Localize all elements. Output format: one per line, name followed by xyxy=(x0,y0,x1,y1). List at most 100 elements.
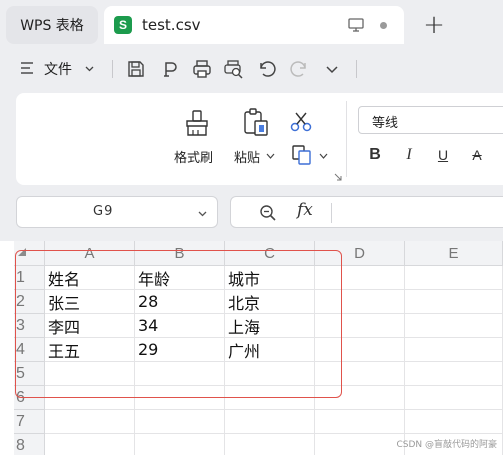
cell-c6[interactable] xyxy=(225,386,315,410)
redo-icon[interactable] xyxy=(290,59,310,79)
cell-e1[interactable] xyxy=(405,266,503,290)
cell-reference: G9 xyxy=(93,204,114,219)
cell-e7[interactable] xyxy=(405,410,503,434)
toolbar-divider xyxy=(112,60,113,78)
row-header-3[interactable]: 3 xyxy=(14,314,45,338)
cell-a6[interactable] xyxy=(45,386,135,410)
toolbar-divider xyxy=(356,60,357,78)
font-name-value: 等线 xyxy=(372,116,399,131)
italic-button[interactable]: I xyxy=(400,145,418,165)
more-chevron-down-icon[interactable] xyxy=(322,59,342,79)
column-header-d[interactable]: D xyxy=(315,241,405,266)
cell-d4[interactable] xyxy=(315,338,405,362)
cell-d6[interactable] xyxy=(315,386,405,410)
cell-a2[interactable]: 张三 xyxy=(45,290,135,314)
print-icon[interactable] xyxy=(192,59,212,79)
formula-bar[interactable]: fx xyxy=(230,196,503,228)
row-header-7[interactable]: 7 xyxy=(14,410,45,434)
unsaved-dot-icon[interactable] xyxy=(380,22,387,29)
cell-d8[interactable] xyxy=(315,434,405,455)
ribbon-divider xyxy=(346,101,347,177)
print-preview-icon[interactable] xyxy=(224,59,244,79)
ribbon-panel: 格式刷 粘贴 等线 B I U A xyxy=(16,93,503,185)
quick-access-toolbar: 文件 xyxy=(0,50,503,88)
row-header-8[interactable]: 8 xyxy=(14,434,45,455)
row-header-4[interactable]: 4 xyxy=(14,338,45,362)
row-header-1[interactable]: 1 xyxy=(14,266,45,290)
spreadsheet-grid[interactable]: A B C D E 1 姓名 年龄 城市 2 张三 28 北京 3 李四 34 上海 4 王五 29 广州 5 6 7 8 xyxy=(0,241,503,455)
zoom-search-icon[interactable] xyxy=(259,204,277,222)
paste-button[interactable]: 粘贴 xyxy=(234,147,260,166)
cell-e3[interactable] xyxy=(405,314,503,338)
paste-icon[interactable] xyxy=(242,107,270,137)
cell-a5[interactable] xyxy=(45,362,135,386)
cell-d2[interactable] xyxy=(315,290,405,314)
copy-icon[interactable] xyxy=(292,145,314,165)
app-tab-wps[interactable]: WPS 表格 xyxy=(6,6,98,44)
watermark: CSDN @盲敲代码的阿豪 xyxy=(396,440,497,450)
cell-b7[interactable] xyxy=(135,410,225,434)
cell-e2[interactable] xyxy=(405,290,503,314)
chevron-down-icon[interactable] xyxy=(84,63,95,74)
cell-a3[interactable]: 李四 xyxy=(45,314,135,338)
cell-d7[interactable] xyxy=(315,410,405,434)
cell-d5[interactable] xyxy=(315,362,405,386)
select-all-triangle-icon xyxy=(18,248,26,256)
file-tab-label: test.csv xyxy=(142,16,201,34)
export-pdf-icon[interactable] xyxy=(160,59,180,79)
copy-chevron-down-icon[interactable] xyxy=(319,152,328,160)
menu-icon[interactable] xyxy=(20,61,34,75)
row-header-2[interactable]: 2 xyxy=(14,290,45,314)
cell-a7[interactable] xyxy=(45,410,135,434)
cell-c7[interactable] xyxy=(225,410,315,434)
cell-a1[interactable]: 姓名 xyxy=(45,266,135,290)
cell-b2[interactable]: 28 xyxy=(135,290,225,314)
cell-e5[interactable] xyxy=(405,362,503,386)
column-header-a[interactable]: A xyxy=(45,241,135,266)
column-header-b[interactable]: B xyxy=(135,241,225,266)
namebox-chevron-down-icon[interactable] xyxy=(197,208,208,219)
undo-icon[interactable] xyxy=(256,59,276,79)
cell-b6[interactable] xyxy=(135,386,225,410)
formula-divider xyxy=(331,203,332,223)
cell-c5[interactable] xyxy=(225,362,315,386)
file-menu-button[interactable]: 文件 xyxy=(44,59,72,79)
cell-a4[interactable]: 王五 xyxy=(45,338,135,362)
cut-icon[interactable] xyxy=(290,111,312,133)
column-header-c[interactable]: C xyxy=(225,241,315,266)
cell-b4[interactable]: 29 xyxy=(135,338,225,362)
monitor-icon[interactable] xyxy=(348,18,364,32)
name-box[interactable]: G9 xyxy=(16,196,218,228)
cell-a8[interactable] xyxy=(45,434,135,455)
new-tab-button[interactable]: + xyxy=(420,9,448,41)
cell-b1[interactable]: 年龄 xyxy=(135,266,225,290)
underline-button[interactable]: U xyxy=(434,145,452,165)
cell-c2[interactable]: 北京 xyxy=(225,290,315,314)
row-header-5[interactable]: 5 xyxy=(14,362,45,386)
save-icon[interactable] xyxy=(126,59,146,79)
clipboard-settings-icon[interactable] xyxy=(334,173,342,181)
insert-function-icon[interactable]: fx xyxy=(297,200,313,220)
strikethrough-button[interactable]: A xyxy=(468,145,486,165)
font-name-select[interactable]: 等线 xyxy=(358,106,503,134)
paste-chevron-down-icon[interactable] xyxy=(266,152,275,160)
spreadsheet-logo-icon: S xyxy=(114,16,132,34)
column-header-e[interactable]: E xyxy=(405,241,503,266)
cell-c1[interactable]: 城市 xyxy=(225,266,315,290)
cell-c3[interactable]: 上海 xyxy=(225,314,315,338)
app-tab-label: WPS 表格 xyxy=(20,18,84,34)
cell-b8[interactable] xyxy=(135,434,225,455)
cell-e6[interactable] xyxy=(405,386,503,410)
cell-e4[interactable] xyxy=(405,338,503,362)
bold-button[interactable]: B xyxy=(366,145,384,165)
format-painter-label[interactable]: 格式刷 xyxy=(174,147,213,166)
cell-d1[interactable] xyxy=(315,266,405,290)
cell-b5[interactable] xyxy=(135,362,225,386)
cell-b3[interactable]: 34 xyxy=(135,314,225,338)
tab-test-csv[interactable]: S test.csv xyxy=(104,6,404,44)
cell-c8[interactable] xyxy=(225,434,315,455)
cell-d3[interactable] xyxy=(315,314,405,338)
row-header-6[interactable]: 6 xyxy=(14,386,45,410)
format-painter-icon[interactable] xyxy=(184,109,210,137)
cell-c4[interactable]: 广州 xyxy=(225,338,315,362)
